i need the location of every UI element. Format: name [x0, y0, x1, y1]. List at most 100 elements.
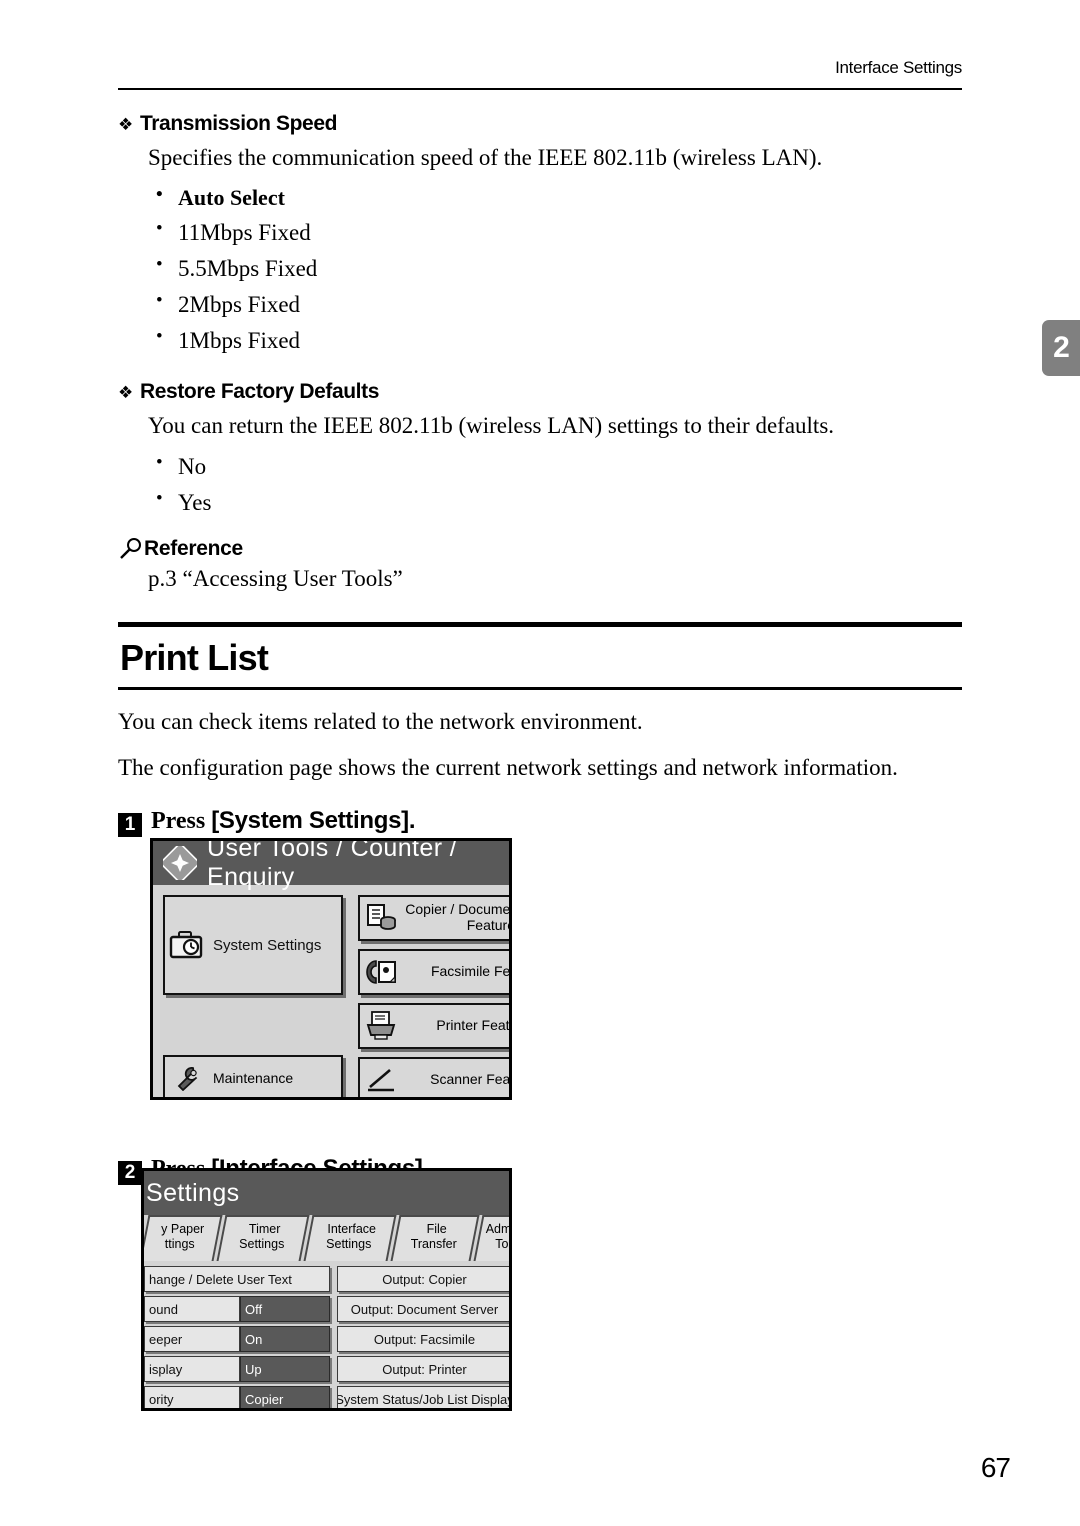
tab-line-2: Tool	[495, 1236, 509, 1251]
lcd-button-label: Printer Featur	[436, 1017, 510, 1034]
lcd-setting-label[interactable]: eeper	[144, 1326, 240, 1352]
page-title: Print List	[120, 636, 269, 678]
list-item: 11Mbps Fixed	[148, 214, 968, 251]
list-item: 5.5Mbps Fixed	[148, 250, 968, 287]
lcd-button-change-delete-user-text[interactable]: hange / Delete User Text	[144, 1266, 330, 1292]
lcd-pane-right: Output: Copier Output: Document Server O…	[337, 1266, 509, 1408]
table-row: ound Off	[144, 1296, 330, 1322]
lcd-setting-value[interactable]: Off	[240, 1296, 330, 1322]
heading-transmission-speed: ❖ Transmission Speed	[118, 112, 968, 136]
lcd-body: y Paper ttings Timer Settings Interface …	[144, 1215, 509, 1408]
table-row: Output: Printer	[337, 1356, 509, 1382]
lcd-button-maintenance[interactable]: Maintenance	[163, 1055, 343, 1097]
heading-label: Restore Factory Defaults	[140, 380, 379, 404]
lcd-button-printer-features[interactable]: Printer Featur	[358, 1003, 510, 1049]
reference-label: Reference	[144, 536, 243, 560]
lcd-button-system-status-job-list-display[interactable]: System Status/Job List Display	[337, 1386, 509, 1408]
step-number-badge: 1	[118, 812, 142, 837]
lcd-button-label: Maintenance	[213, 1069, 294, 1086]
paragraph-print-list-2: The configuration page shows the current…	[118, 755, 898, 781]
page-number: 67	[980, 1452, 1011, 1483]
user-tools-diamond-icon	[161, 844, 199, 882]
lcd-setting-value[interactable]: Up	[240, 1356, 330, 1382]
header-rule	[118, 88, 962, 90]
reference-text: p.3 “Accessing User Tools”	[148, 565, 403, 591]
list-item: No	[148, 448, 968, 485]
lcd-title-text: User Tools / Counter / Enquiry	[207, 838, 458, 891]
lcd-button-facsimile-features[interactable]: Facsimile Feat	[358, 949, 509, 995]
lcd-tab-row: y Paper ttings Timer Settings Interface …	[144, 1215, 509, 1261]
copier-document-icon	[360, 903, 402, 933]
lcd-button-system-settings[interactable]: System Settings	[163, 895, 343, 995]
table-row: System Status/Job List Display	[337, 1386, 509, 1408]
lcd-button-scanner-features[interactable]: Scanner Featu	[358, 1057, 509, 1097]
lcd-tab-interface-settings[interactable]: Interface Settings	[303, 1215, 397, 1261]
tab-line-1: Timer	[248, 1222, 281, 1236]
step-verb: Press	[151, 807, 206, 834]
printer-icon	[360, 1011, 402, 1041]
lcd-tab-timer-settings[interactable]: Timer Settings	[216, 1215, 310, 1261]
option-list-transmission-speed: Auto Select 11Mbps Fixed 5.5Mbps Fixed 2…	[118, 180, 968, 359]
lcd-pane-left: hange / Delete User Text ound Off eeper …	[144, 1266, 330, 1408]
tab-line-2: Settings	[326, 1236, 372, 1251]
magnifier-icon	[118, 537, 144, 561]
lcd-setting-label[interactable]: ound	[144, 1296, 240, 1322]
label-line-1: Copier / Document	[405, 901, 512, 918]
list-item: Yes	[148, 484, 968, 521]
lcd-setting-value[interactable]: Copier	[240, 1386, 330, 1408]
step-1: 1 Press [System Settings].	[118, 806, 968, 837]
lcd-title-bar: Settings	[144, 1171, 509, 1215]
table-row: Output: Copier	[337, 1266, 509, 1292]
table-row: isplay Up	[144, 1356, 330, 1382]
wrench-icon	[165, 1065, 207, 1091]
heading-restore-factory-defaults: ❖ Restore Factory Defaults	[118, 380, 968, 404]
tab-line-1: Administ	[485, 1222, 509, 1236]
lcd-button-output-copier[interactable]: Output: Copier	[337, 1266, 509, 1292]
lcd-tab-tray-paper-settings[interactable]: y Paper ttings	[144, 1215, 223, 1261]
lcd-settings-panes: hange / Delete User Text ound Off eeper …	[144, 1261, 509, 1408]
lcd-button-output-document-server[interactable]: Output: Document Server	[337, 1296, 509, 1322]
lcd-setting-label[interactable]: isplay	[144, 1356, 240, 1382]
lcd-setting-value[interactable]: On	[240, 1326, 330, 1352]
label-line-2: Features	[466, 917, 509, 933]
tab-line-2: ttings	[164, 1236, 195, 1251]
lcd-tab-file-transfer[interactable]: File Transfer	[390, 1215, 480, 1261]
diamond-bullet-icon: ❖	[118, 115, 133, 135]
paragraph-restore-factory-defaults: You can return the IEEE 802.11b (wireles…	[148, 413, 835, 439]
table-row: eeper On	[144, 1326, 330, 1352]
lcd-tab-administrator-tools[interactable]: Administ Tool	[473, 1215, 509, 1261]
running-head: Interface Settings	[835, 58, 962, 77]
tab-line-2: Settings	[239, 1236, 285, 1251]
table-row: hange / Delete User Text	[144, 1266, 330, 1292]
toolbox-clock-icon	[165, 930, 207, 960]
chapter-tab: 2	[1042, 320, 1080, 376]
section-print-list: Print List	[118, 621, 968, 690]
list-item: 2Mbps Fixed	[148, 286, 968, 323]
lcd-button-copier-document-features[interactable]: Copier / Document Features	[358, 895, 512, 941]
step-instruction: Press [System Settings].	[151, 806, 416, 835]
lcd-title-text: Settings	[146, 1178, 240, 1207]
lcd-title-bar: User Tools / Counter / Enquiry	[153, 841, 509, 891]
tab-line-1: File	[426, 1222, 447, 1236]
table-row: Output: Facsimile	[337, 1326, 509, 1352]
lcd-button-label: System Settings	[213, 936, 322, 954]
lcd-setting-label[interactable]: ority	[144, 1386, 240, 1408]
paragraph-print-list-1: You can check items related to the netwo…	[118, 708, 643, 734]
reference-heading: Reference	[118, 537, 968, 561]
step-number-badge: 2	[118, 1160, 142, 1185]
step-target: [System Settings].	[211, 806, 416, 834]
lcd-screenshot-user-tools: User Tools / Counter / Enquiry System Se…	[150, 838, 512, 1100]
list-item: 1Mbps Fixed	[148, 322, 968, 359]
table-row: Output: Document Server	[337, 1296, 509, 1322]
paragraph-transmission-speed: Specifies the communication speed of the…	[148, 145, 823, 170]
tab-line-1: Interface	[327, 1222, 376, 1236]
tab-line-1: y Paper	[161, 1222, 205, 1236]
facsimile-icon	[360, 958, 402, 986]
tab-line-2: Transfer	[410, 1236, 457, 1251]
list-item: Auto Select	[148, 180, 968, 215]
lcd-button-label: Copier / Document Features	[402, 901, 512, 933]
lcd-button-output-facsimile[interactable]: Output: Facsimile	[337, 1326, 509, 1352]
lcd-body: System Settings Maintenance Copier / Doc…	[153, 885, 512, 1097]
option-list-restore-factory-defaults: No Yes	[118, 448, 968, 521]
lcd-button-output-printer[interactable]: Output: Printer	[337, 1356, 509, 1382]
